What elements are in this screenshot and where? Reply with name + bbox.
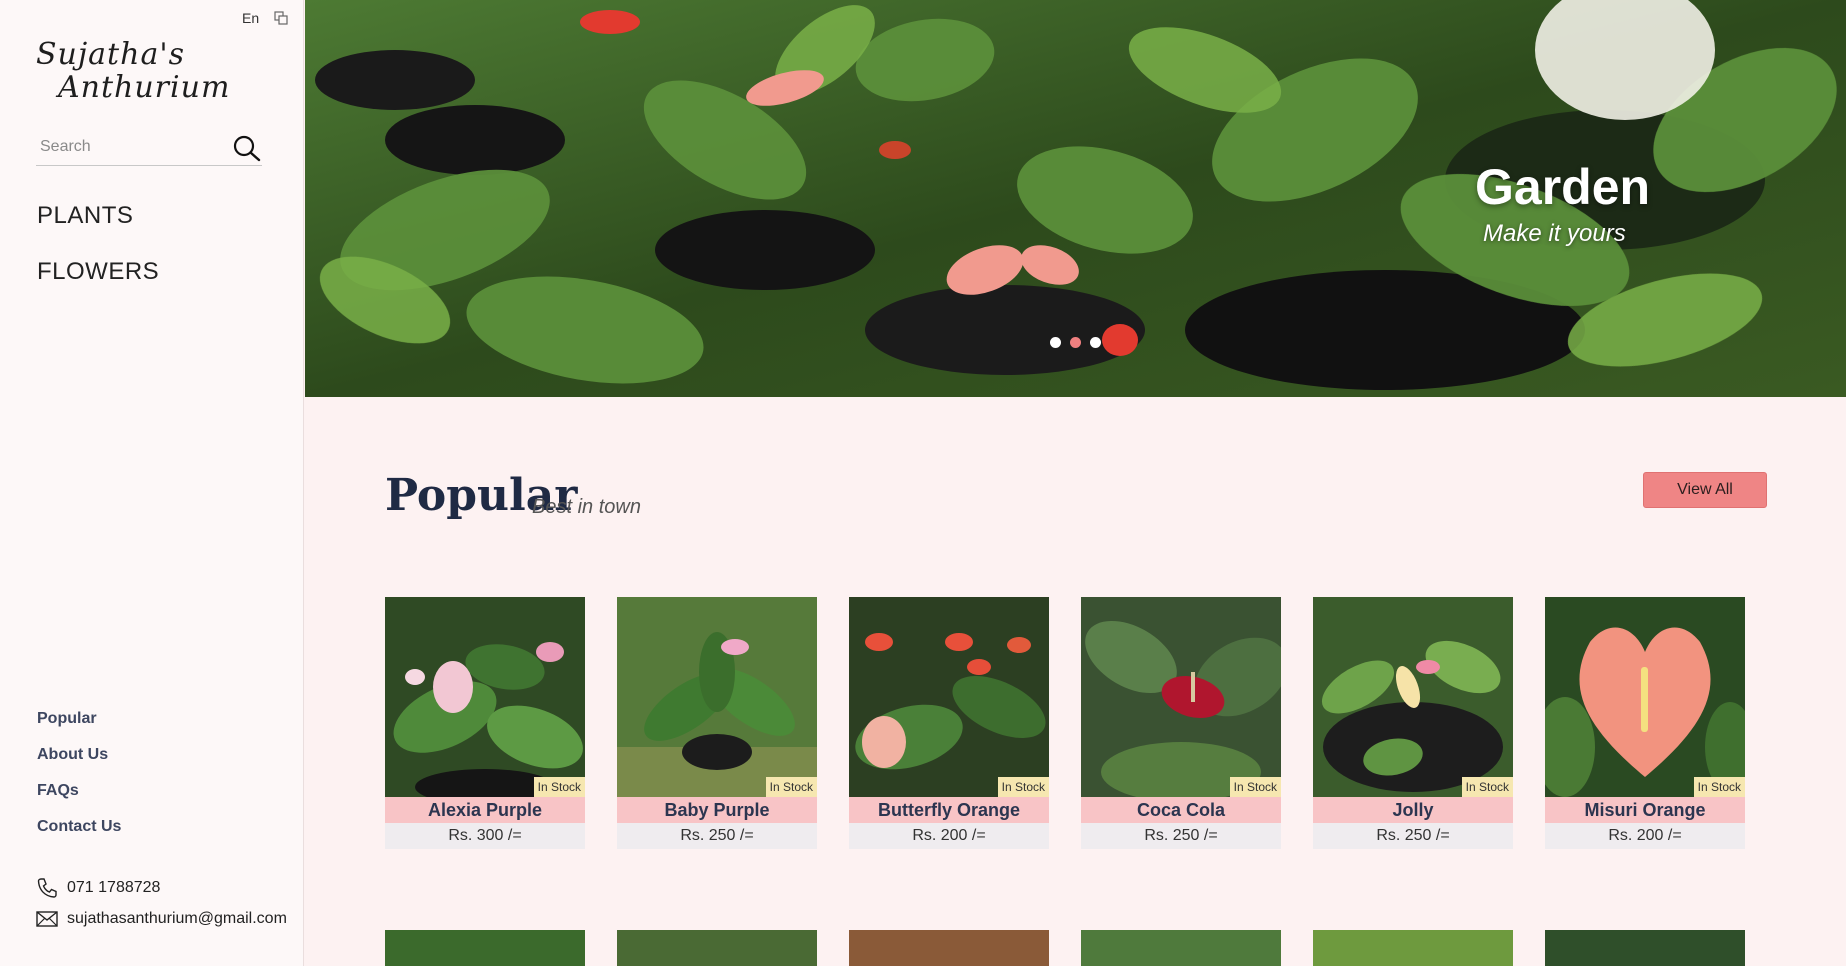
product-image[interactable]: In Stock	[1081, 597, 1281, 797]
carousel-dot-2[interactable]	[1070, 337, 1081, 348]
phone-number: 071 1788728	[67, 878, 161, 896]
brand-logo[interactable]: Sujatha's Anthurium	[36, 38, 230, 104]
product-image-partial[interactable]	[849, 930, 1049, 966]
carousel-indicators	[1050, 337, 1101, 348]
search-bar	[36, 132, 262, 166]
product-card[interactable]: In Stock Jolly Rs. 250 /=	[1313, 597, 1513, 849]
product-card[interactable]: In Stock Alexia Purple Rs. 300 /=	[385, 597, 585, 849]
view-all-button[interactable]: View All	[1643, 472, 1767, 508]
product-price: Rs. 200 /=	[1545, 823, 1745, 849]
hero-title: Garden	[1475, 159, 1651, 215]
footer-link-contact[interactable]: Contact Us	[37, 818, 121, 854]
nav-item-flowers[interactable]: FLOWERS	[37, 258, 159, 314]
product-name[interactable]: Butterfly Orange	[849, 797, 1049, 823]
mail-icon	[36, 910, 58, 927]
brand-line-2: Anthurium	[58, 70, 231, 105]
product-card[interactable]: In Stock Butterfly Orange Rs. 200 /=	[849, 597, 1049, 849]
email-row[interactable]: sujathasanthurium@gmail.com	[36, 903, 287, 934]
translate-icon[interactable]	[274, 11, 288, 25]
product-image[interactable]: In Stock	[1313, 597, 1513, 797]
product-image[interactable]: In Stock	[1545, 597, 1745, 797]
product-name[interactable]: Coca Cola	[1081, 797, 1281, 823]
product-image-partial[interactable]	[1313, 930, 1513, 966]
product-card[interactable]: In Stock Misuri Orange Rs. 200 /=	[1545, 597, 1745, 849]
product-image[interactable]: In Stock	[385, 597, 585, 797]
contact-info: 071 1788728 sujathasanthurium@gmail.com	[36, 872, 287, 934]
main-nav: PLANTS FLOWERS	[37, 202, 159, 314]
footer-link-faqs[interactable]: FAQs	[37, 782, 121, 818]
nav-item-plants[interactable]: PLANTS	[37, 202, 159, 258]
sidebar: En Sujatha's Anthurium PLANTS FLOWERS Po…	[0, 0, 304, 966]
product-price: Rs. 250 /=	[1313, 823, 1513, 849]
product-price: Rs. 250 /=	[1081, 823, 1281, 849]
hero-subtitle: Make it yours	[1483, 220, 1626, 247]
product-price: Rs. 300 /=	[385, 823, 585, 849]
footer-link-about[interactable]: About Us	[37, 746, 121, 782]
stock-badge: In Stock	[997, 777, 1049, 797]
brand-line-1: Sujatha's	[36, 37, 185, 72]
product-name[interactable]: Baby Purple	[617, 797, 817, 823]
footer-nav: Popular About Us FAQs Contact Us	[37, 710, 121, 854]
product-image[interactable]: In Stock	[849, 597, 1049, 797]
email-address: sujathasanthurium@gmail.com	[67, 909, 287, 927]
product-card[interactable]: In Stock Baby Purple Rs. 250 /=	[617, 597, 817, 849]
product-image[interactable]: In Stock	[617, 597, 817, 797]
stock-badge: In Stock	[1693, 777, 1745, 797]
stock-badge: In Stock	[1229, 777, 1281, 797]
search-icon[interactable]	[232, 134, 262, 162]
stock-badge: In Stock	[1461, 777, 1513, 797]
carousel-dot-3[interactable]	[1090, 337, 1101, 348]
product-price: Rs. 200 /=	[849, 823, 1049, 849]
product-name[interactable]: Jolly	[1313, 797, 1513, 823]
product-image-partial[interactable]	[1545, 930, 1745, 966]
product-image-partial[interactable]	[1081, 930, 1281, 966]
stock-badge: In Stock	[533, 777, 585, 797]
phone-row[interactable]: 071 1788728	[36, 872, 287, 903]
product-name[interactable]: Alexia Purple	[385, 797, 585, 823]
product-card[interactable]: In Stock Coca Cola Rs. 250 /=	[1081, 597, 1281, 849]
language-selector[interactable]: En	[242, 10, 259, 26]
footer-link-popular[interactable]: Popular	[37, 710, 121, 746]
product-image-partial[interactable]	[385, 930, 585, 966]
product-image-partial[interactable]	[617, 930, 817, 966]
product-price: Rs. 250 /=	[617, 823, 817, 849]
hero-carousel[interactable]: Garden Make it yours	[305, 0, 1846, 397]
product-name[interactable]: Misuri Orange	[1545, 797, 1745, 823]
search-input[interactable]	[36, 132, 226, 162]
stock-badge: In Stock	[765, 777, 817, 797]
section-subtitle: Best in town	[532, 496, 641, 518]
phone-icon	[37, 877, 57, 898]
carousel-dot-1[interactable]	[1050, 337, 1061, 348]
